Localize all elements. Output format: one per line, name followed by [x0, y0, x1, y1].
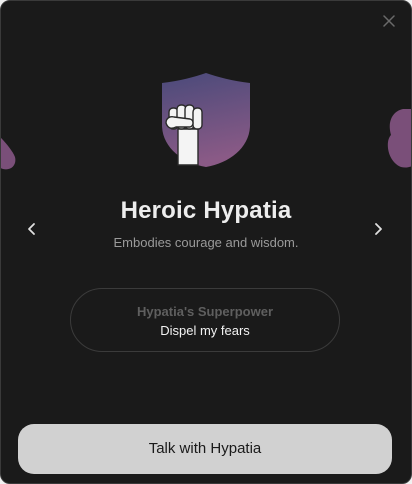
superpower-card: Hypatia's Superpower Dispel my fears — [70, 288, 340, 352]
previous-hero-peek — [1, 121, 17, 171]
close-icon — [383, 14, 395, 32]
hero-subtitle: Embodies courage and wisdom. — [113, 235, 299, 250]
shield-fist-icon — [160, 73, 252, 173]
superpower-value: Dispel my fears — [160, 323, 250, 338]
close-button[interactable] — [379, 13, 399, 33]
superpower-label: Hypatia's Superpower — [136, 304, 274, 319]
hero-title: Heroic Hypatia — [120, 197, 292, 224]
next-hero-peek — [383, 101, 411, 181]
talk-with-hero-button[interactable]: Talk with Hypatia — [18, 424, 392, 474]
hero-dialog: Heroic Hypatia Embodies courage and wisd… — [0, 0, 412, 484]
hero-emblem — [160, 73, 252, 169]
